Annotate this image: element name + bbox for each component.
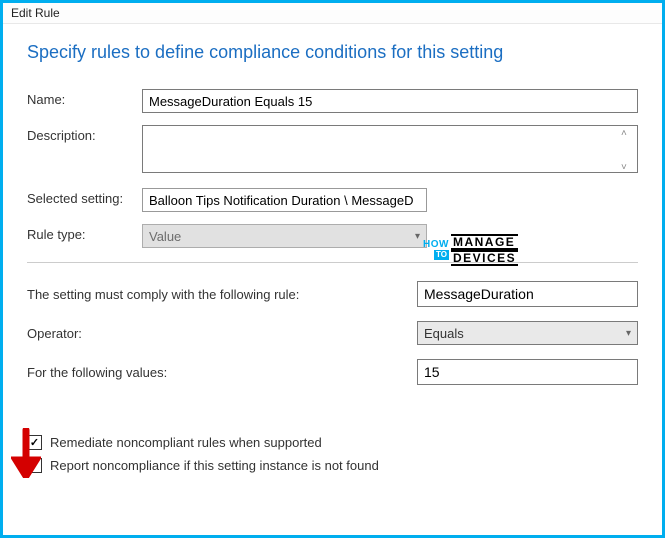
- watermark-logo: HOW TO MANAGE DEVICES: [423, 234, 518, 266]
- remediate-label: Remediate noncompliant rules when suppor…: [50, 435, 322, 450]
- logo-manage: MANAGE: [451, 234, 518, 250]
- dialog-heading: Specify rules to define compliance condi…: [27, 42, 638, 63]
- selected-setting-input[interactable]: [142, 188, 427, 212]
- operator-value: Equals: [424, 326, 464, 341]
- comply-label: The setting must comply with the followi…: [27, 287, 417, 302]
- description-input[interactable]: [142, 125, 638, 173]
- selected-setting-label: Selected setting:: [27, 188, 142, 206]
- operator-row: Operator: Equals ▾: [27, 321, 638, 345]
- dialog-content: Specify rules to define compliance condi…: [3, 24, 662, 489]
- rule-type-label: Rule type:: [27, 224, 142, 242]
- remediate-row: Remediate noncompliant rules when suppor…: [27, 435, 638, 450]
- rule-type-value: Value: [149, 229, 181, 244]
- rule-type-row: Rule type: Value ▾: [27, 224, 638, 248]
- report-checkbox[interactable]: [27, 458, 42, 473]
- values-row: For the following values:: [27, 359, 638, 385]
- chevron-down-icon: ▾: [626, 328, 631, 339]
- selected-setting-row: Selected setting:: [27, 188, 638, 212]
- name-input[interactable]: [142, 89, 638, 113]
- name-row: Name:: [27, 89, 638, 113]
- values-input[interactable]: [417, 359, 638, 385]
- window-title: Edit Rule: [3, 3, 662, 24]
- logo-how: HOW: [423, 240, 449, 250]
- comply-row: The setting must comply with the followi…: [27, 281, 638, 307]
- report-row: Report noncompliance if this setting ins…: [27, 458, 638, 473]
- logo-to: TO: [434, 250, 449, 260]
- divider: [27, 262, 638, 263]
- values-label: For the following values:: [27, 365, 417, 380]
- description-row: Description: ˄˅: [27, 125, 638, 176]
- operator-select[interactable]: Equals ▾: [417, 321, 638, 345]
- report-label: Report noncompliance if this setting ins…: [50, 458, 379, 473]
- chevron-down-icon: ▾: [415, 231, 420, 242]
- comply-input[interactable]: [417, 281, 638, 307]
- logo-devices: DEVICES: [451, 250, 518, 266]
- rule-type-select: Value ▾: [142, 224, 427, 248]
- remediate-checkbox[interactable]: [27, 435, 42, 450]
- description-label: Description:: [27, 125, 142, 143]
- operator-label: Operator:: [27, 326, 417, 341]
- name-label: Name:: [27, 89, 142, 107]
